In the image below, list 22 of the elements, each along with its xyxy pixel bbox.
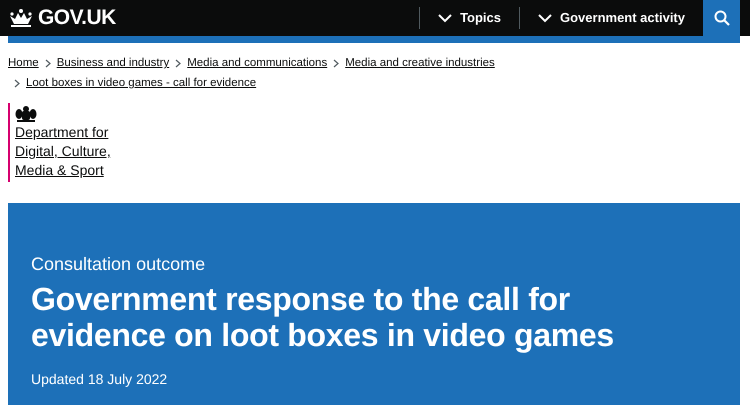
organisation-link[interactable]: Department for Digital, Culture, Media & Sport bbox=[15, 123, 123, 180]
chevron-icon bbox=[538, 14, 552, 22]
updated-date: Updated 18 July 2022 bbox=[31, 370, 168, 389]
search-button[interactable] bbox=[703, 0, 740, 36]
chevron-icon bbox=[438, 14, 452, 22]
breadcrumb-link[interactable]: Loot boxes in video games - call for evidence bbox=[26, 75, 256, 91]
chevron-right-icon bbox=[175, 58, 182, 68]
crown-icon bbox=[8, 8, 34, 28]
breadcrumb-link[interactable]: Media and creative industries bbox=[345, 55, 495, 71]
nav-menu-button[interactable]: Government activity bbox=[520, 0, 703, 36]
chevron-right-icon bbox=[14, 78, 20, 88]
coat-of-arms-icon bbox=[15, 105, 37, 123]
breadcrumb-link[interactable]: Business and industry bbox=[56, 55, 170, 71]
chevron-right-icon bbox=[333, 58, 340, 68]
nav-menu-button[interactable]: Topics bbox=[420, 0, 519, 36]
search-icon bbox=[714, 10, 730, 26]
govuk-logo[interactable]: GOV.UK bbox=[8, 2, 116, 34]
hero-label: Consultation outcome bbox=[31, 253, 206, 275]
breadcrumb-link[interactable]: Home bbox=[8, 55, 39, 71]
breadcrumb-link[interactable]: Media and communications bbox=[187, 55, 328, 71]
chevron-right-icon bbox=[44, 58, 51, 68]
page-title: Government response to the call for evidence on loot boxes in video games bbox=[31, 281, 615, 353]
